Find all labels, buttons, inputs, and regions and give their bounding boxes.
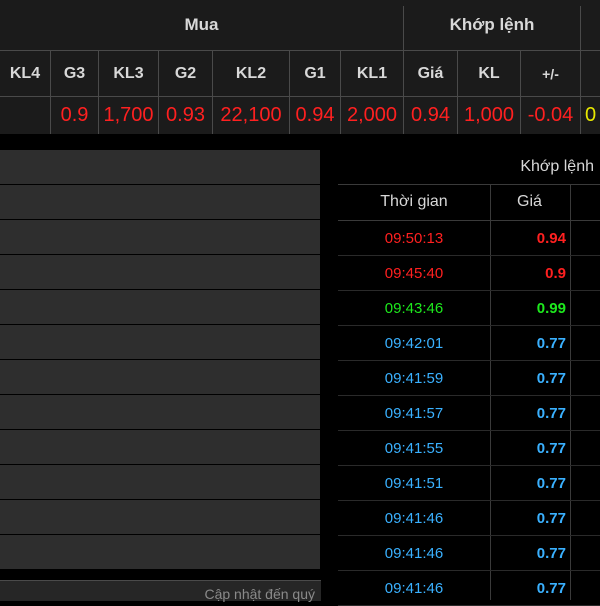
trades-col-price[interactable]: Giá: [491, 184, 570, 220]
col-header-kl4[interactable]: KL4: [0, 52, 50, 96]
list-item: [0, 220, 320, 254]
list-item: [0, 465, 320, 499]
col-header-kl1[interactable]: KL1: [341, 52, 403, 96]
value-kl1: 2,000: [346, 104, 398, 126]
value-g3: 0.9: [60, 104, 89, 126]
trade-price: 0.99: [536, 300, 566, 317]
trade-time: 09:50:13: [384, 230, 444, 247]
table-row: 09:41:46 0.77: [338, 536, 600, 571]
value-kl4: [0, 97, 50, 134]
group-header-matched: Khớp lệnh: [449, 15, 535, 34]
list-item: [0, 535, 320, 569]
trade-price: 0.77: [536, 475, 566, 492]
col-header-kl3[interactable]: KL3: [99, 52, 158, 96]
trade-price: 0.77: [536, 405, 566, 422]
table-row: 09:41:55 0.77: [338, 431, 600, 466]
matched-trades-panel: Khớp lệnh Thời gian Giá 09:50:13 0.94 09:4…: [338, 150, 600, 606]
trade-time: 09:45:40: [384, 265, 444, 282]
list-item: [0, 150, 320, 184]
col-header-g1[interactable]: G1: [290, 52, 340, 96]
table-row: 09:43:46 0.99: [338, 291, 600, 326]
trade-price: 0.77: [536, 335, 566, 352]
list-item: [0, 290, 320, 324]
trade-time: 09:41:46: [384, 580, 444, 597]
col-header-change[interactable]: +/-: [521, 52, 580, 96]
value-g1: 0.94: [295, 104, 335, 126]
value-kl3: 1,700: [103, 104, 154, 126]
trade-price: 0.9: [545, 265, 566, 282]
group-header-buy: Mua: [184, 15, 219, 34]
col-header-kl2[interactable]: KL2: [213, 52, 289, 96]
col-header-volume[interactable]: KL: [458, 52, 520, 96]
trade-time: 09:41:59: [384, 370, 444, 387]
left-info-panel: [0, 150, 321, 569]
trade-time: 09:43:46: [384, 300, 444, 317]
trade-time: 09:41:55: [384, 440, 444, 457]
price-board-header: Mua Khớp lệnh KL4 G3 KL3 G2 KL2 G1 KL1 G…: [0, 0, 600, 134]
list-item: [0, 500, 320, 534]
trade-price: 0.77: [536, 545, 566, 562]
trades-col-time[interactable]: Thời gian: [338, 184, 490, 220]
table-row: 09:41:46 0.77: [338, 501, 600, 536]
table-row: 09:41:46 0.77: [338, 571, 600, 606]
trade-price: 0.77: [536, 370, 566, 387]
table-row: 09:42:01 0.77: [338, 326, 600, 361]
table-row: 09:50:13 0.94: [338, 221, 600, 256]
trades-title: Khớp lệnh: [520, 158, 594, 175]
table-row: 09:41:57 0.77: [338, 396, 600, 431]
trade-time: 09:41:57: [384, 405, 444, 422]
left-panel-footer: Cập nhật đến quý: [0, 580, 321, 602]
value-change: -0.04: [527, 104, 574, 126]
list-item: [0, 395, 320, 429]
list-item: [0, 325, 320, 359]
col-header-g2[interactable]: G2: [159, 52, 212, 96]
list-item: [0, 430, 320, 464]
table-row: 09:41:59 0.77: [338, 361, 600, 396]
trade-time: 09:42:01: [384, 335, 444, 352]
trade-price: 0.77: [536, 510, 566, 527]
trade-time: 09:41:46: [384, 510, 444, 527]
col-header-price[interactable]: Giá: [404, 52, 457, 96]
list-item: [0, 185, 320, 219]
col-header-cut-off: [581, 52, 600, 96]
trade-price: 0.77: [536, 440, 566, 457]
list-item: [0, 360, 320, 394]
trade-price: 0.77: [536, 580, 566, 597]
value-cut-off: 0: [585, 104, 597, 126]
trade-time: 09:41:46: [384, 545, 444, 562]
trade-time: 09:41:51: [384, 475, 444, 492]
trade-price: 0.94: [536, 230, 566, 247]
value-kl2: 22,100: [220, 104, 282, 126]
value-match-price: 0.94: [411, 104, 450, 126]
value-match-volume: 1,000: [463, 104, 515, 126]
list-item: [0, 255, 320, 289]
table-row: 09:45:40 0.9: [338, 256, 600, 291]
col-header-g3[interactable]: G3: [51, 52, 98, 96]
value-g2: 0.93: [166, 104, 205, 126]
table-row: 09:41:51 0.77: [338, 466, 600, 501]
